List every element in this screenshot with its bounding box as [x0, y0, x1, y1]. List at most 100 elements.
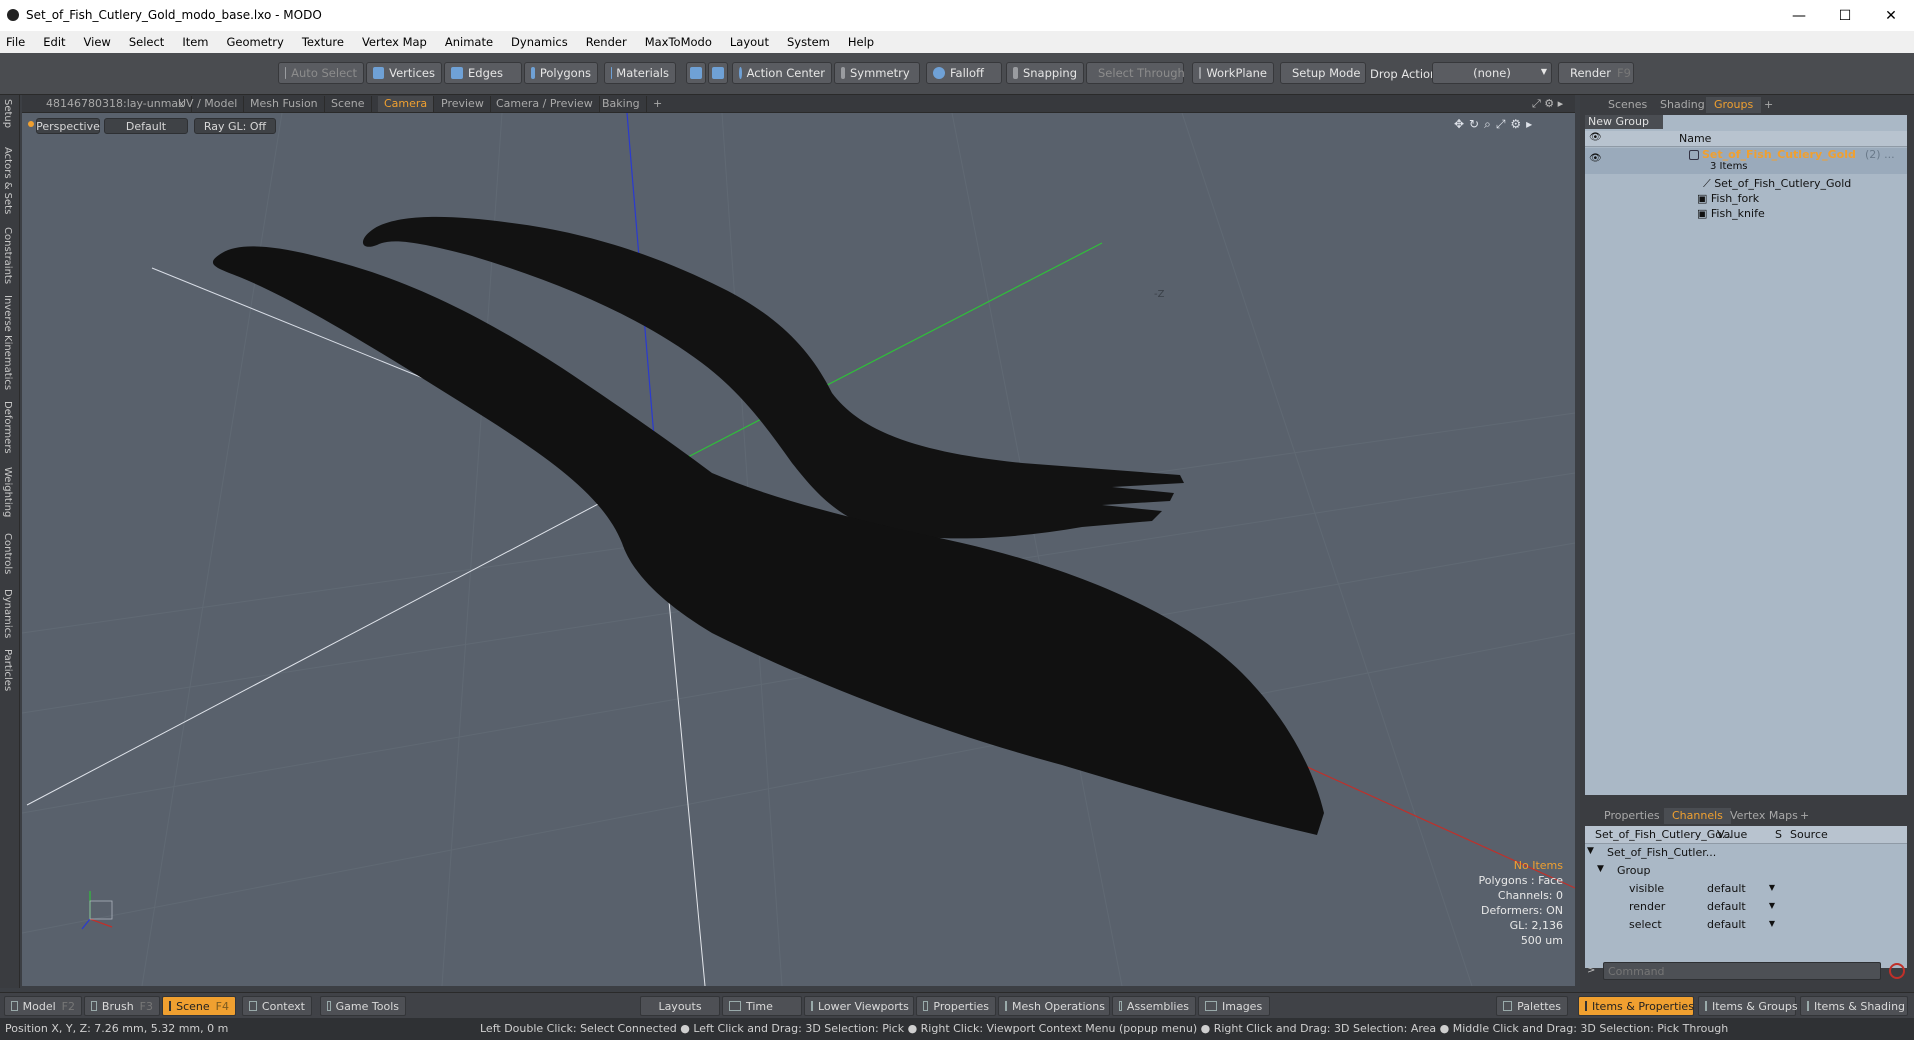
tab-constraints[interactable]: Constraints — [2, 227, 13, 284]
menu-render[interactable]: Render — [577, 35, 636, 49]
select-mode-b-button[interactable] — [708, 62, 728, 84]
menu-file[interactable]: File — [0, 35, 34, 49]
raygl-dropdown[interactable]: Ray GL: Off — [194, 118, 276, 134]
edges-button[interactable]: Edges — [444, 62, 522, 84]
menu-select[interactable]: Select — [120, 35, 173, 49]
tab-dynamics[interactable]: Dynamics — [2, 589, 13, 638]
tab-layout[interactable]: 48146780318:lay-unmax — [40, 96, 192, 112]
tab-scene[interactable]: Scene — [325, 96, 372, 112]
time-button[interactable]: Time — [722, 996, 802, 1016]
tab-shading[interactable]: Shading — [1652, 97, 1713, 113]
menu-maxtomodo[interactable]: MaxToModo — [636, 35, 721, 49]
lower-viewports-button[interactable]: Lower Viewports — [804, 996, 914, 1016]
group-row-selected[interactable]: 👁 Set_of_Fish_Cutlery_Gold (2) ... 3 Ite… — [1585, 148, 1907, 174]
menu-system[interactable]: System — [778, 35, 839, 49]
group-child-fork[interactable]: ▣ Fish_fork — [1697, 192, 1759, 205]
menu-texture[interactable]: Texture — [293, 35, 353, 49]
select-through-button[interactable]: Select Through — [1086, 62, 1185, 84]
tab-deformers[interactable]: Deformers — [2, 401, 13, 454]
minimize-button[interactable]: — — [1776, 0, 1822, 31]
game-tools-layout-button[interactable]: Game Tools — [320, 996, 406, 1016]
falloff-button[interactable]: Falloff — [926, 62, 1002, 84]
model-layout-button[interactable]: Model F2 — [4, 996, 82, 1016]
expand-arrow-icon[interactable]: ▼ — [1597, 864, 1604, 874]
tab-camera-preview[interactable]: Camera / Preview — [490, 96, 600, 112]
auto-select-button[interactable]: Auto Select — [278, 62, 364, 84]
menu-dynamics[interactable]: Dynamics — [502, 35, 577, 49]
channel-root-row[interactable]: ▼ Set_of_Fish_Cutler... — [1585, 844, 1907, 862]
tab-camera[interactable]: Camera — [378, 96, 435, 112]
snapping-button[interactable]: Snapping — [1006, 62, 1084, 84]
menu-animate[interactable]: Animate — [436, 35, 502, 49]
select-mode-a-button[interactable] — [686, 62, 706, 84]
vertices-button[interactable]: Vertices — [366, 62, 442, 84]
channel-row-render[interactable]: render default ▼ — [1585, 898, 1907, 916]
mesh-icon: ⟋ — [1703, 177, 1715, 190]
tab-preview[interactable]: Preview — [435, 96, 491, 112]
channel-row-select[interactable]: select default ▼ — [1585, 916, 1907, 934]
symmetry-button[interactable]: Symmetry — [834, 62, 920, 84]
menu-vertex-map[interactable]: Vertex Map — [353, 35, 436, 49]
workplane-button[interactable]: WorkPlane — [1192, 62, 1274, 84]
tab-mesh-fusion[interactable]: Mesh Fusion — [244, 96, 325, 112]
tab-groups[interactable]: Groups — [1706, 97, 1762, 113]
assemblies-button[interactable]: Assemblies — [1112, 996, 1196, 1016]
menu-geometry[interactable]: Geometry — [218, 35, 293, 49]
visibility-eye-icon[interactable]: 👁 — [1589, 153, 1602, 164]
tab-scenes[interactable]: Scenes — [1600, 97, 1655, 113]
viewport-options-icon[interactable]: ⤢ ⚙ ▸ — [1532, 97, 1563, 111]
menu-item[interactable]: Item — [173, 35, 217, 49]
menu-edit[interactable]: Edit — [34, 35, 74, 49]
action-center-button[interactable]: Action Center — [732, 62, 832, 84]
group-child-mesh[interactable]: ⟋ Set_of_Fish_Cutlery_Gold — [1703, 177, 1851, 191]
tab-setup[interactable]: Setup — [2, 99, 13, 128]
tab-actors-sets[interactable]: Actors & Sets — [2, 147, 13, 214]
brush-layout-button[interactable]: Brush F3 — [84, 996, 160, 1016]
add-channel-tab-button[interactable]: + — [1792, 808, 1817, 824]
viewport-nav-icons[interactable]: ✥↻⌕⤢⚙▸ — [1454, 117, 1537, 132]
setup-mode-button[interactable]: Setup Mode — [1280, 62, 1366, 84]
menu-help[interactable]: Help — [839, 35, 883, 49]
tab-uv-model[interactable]: UV / Model — [172, 96, 245, 112]
tab-weighting[interactable]: Weighting — [2, 467, 13, 517]
materials-button[interactable]: Materials — [604, 62, 676, 84]
scene-layout-button[interactable]: Scene F4 — [162, 996, 236, 1016]
add-panel-tab-button[interactable]: + — [1756, 97, 1781, 113]
new-group-button[interactable]: New Group — [1585, 115, 1663, 129]
command-input[interactable] — [1603, 962, 1881, 980]
group-child-knife[interactable]: ▣ Fish_knife — [1697, 207, 1765, 220]
menu-layout[interactable]: Layout — [721, 35, 778, 49]
mesh-operations-button[interactable]: Mesh Operations — [998, 996, 1110, 1016]
3d-viewport[interactable]: -Z Perspective Default Ray GL: Off ✥↻⌕⤢⚙… — [22, 113, 1575, 986]
context-layout-button[interactable]: Context — [242, 996, 312, 1016]
channel-value-dropdown[interactable]: default ▼ — [1705, 917, 1777, 933]
tab-channels[interactable]: Channels — [1664, 808, 1731, 824]
tab-particles[interactable]: Particles — [2, 649, 13, 691]
tab-controls[interactable]: Controls — [2, 533, 13, 574]
channel-row-visible[interactable]: visible default ▼ — [1585, 880, 1907, 898]
items-shading-button[interactable]: Items & Shading — [1800, 996, 1908, 1016]
shading-dropdown[interactable]: Default — [104, 118, 188, 134]
tab-inverse-kinematics[interactable]: Inverse Kinematics — [2, 295, 13, 390]
layouts-button[interactable]: Layouts — [640, 996, 720, 1016]
close-button[interactable]: ✕ — [1868, 0, 1914, 31]
polygons-button[interactable]: Polygons — [524, 62, 598, 84]
drop-action-dropdown[interactable]: (none) ▼ — [1432, 62, 1552, 84]
channel-value-dropdown[interactable]: default ▼ — [1705, 899, 1777, 915]
add-tab-button[interactable]: + — [647, 96, 668, 112]
maximize-button[interactable]: ☐ — [1822, 0, 1868, 31]
channel-group-row[interactable]: ▼ Group — [1585, 862, 1907, 880]
expand-arrow-icon[interactable]: ▼ — [1587, 846, 1594, 856]
images-button[interactable]: Images — [1198, 996, 1270, 1016]
palettes-button[interactable]: Palettes — [1496, 996, 1568, 1016]
menu-view[interactable]: View — [75, 35, 120, 49]
items-properties-button[interactable]: Items & Properties — [1578, 996, 1694, 1016]
items-groups-button[interactable]: Items & Groups — [1698, 996, 1798, 1016]
properties-button[interactable]: Properties — [916, 996, 996, 1016]
channel-value-dropdown[interactable]: default ▼ — [1705, 881, 1777, 897]
perspective-dropdown[interactable]: Perspective — [36, 118, 100, 134]
tab-baking[interactable]: Baking — [596, 96, 647, 112]
tab-properties[interactable]: Properties — [1596, 808, 1668, 824]
record-macro-icon[interactable] — [1889, 963, 1905, 979]
render-button[interactable]: Render F9 — [1558, 62, 1634, 84]
